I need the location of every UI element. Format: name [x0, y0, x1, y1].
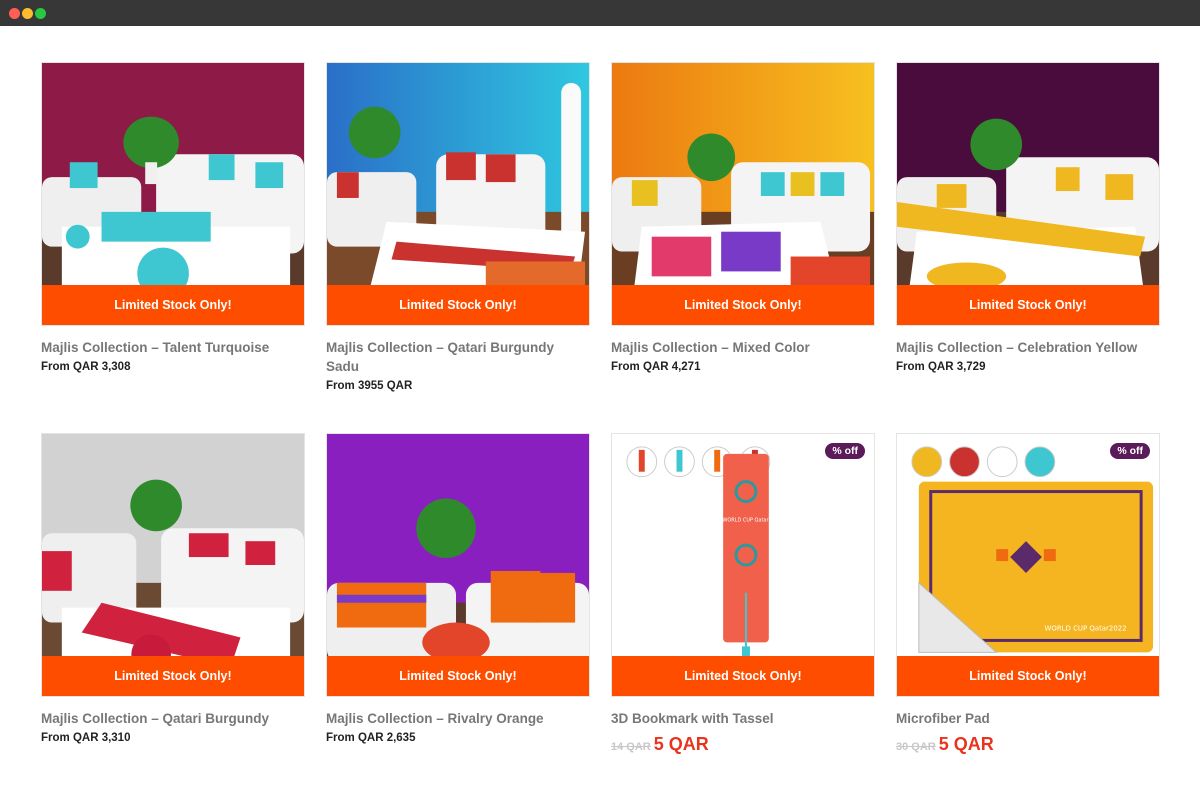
limited-stock-banner: Limited Stock Only! — [327, 656, 589, 696]
sale-price: 14 QAR 5 QAR — [611, 734, 875, 755]
product-price: From QAR 3,310 — [41, 732, 131, 744]
product-name[interactable]: Majlis Collection – Qatari Burgundy — [41, 709, 305, 728]
product-image[interactable]: Limited Stock Only! — [41, 62, 305, 326]
product-price: From QAR 3,308 — [41, 361, 131, 373]
product-name[interactable]: Majlis Collection – Celebration Yellow — [896, 338, 1160, 357]
limited-stock-banner: Limited Stock Only! — [42, 285, 304, 325]
product-card[interactable]: Limited Stock Only! Majlis Collection – … — [41, 433, 305, 744]
product-image[interactable]: Limited Stock Only! — [611, 62, 875, 326]
product-name[interactable]: 3D Bookmark with Tassel — [611, 709, 875, 728]
product-card[interactable]: Limited Stock Only! Majlis Collection – … — [41, 62, 305, 373]
original-price: 14 QAR — [611, 741, 651, 753]
product-name[interactable]: Majlis Collection – Mixed Color — [611, 338, 875, 357]
close-window-icon[interactable] — [9, 8, 20, 19]
limited-stock-banner: Limited Stock Only! — [897, 285, 1159, 325]
product-price: From QAR 2,635 — [326, 732, 416, 744]
product-image[interactable]: Limited Stock Only! — [326, 62, 590, 326]
product-price: From QAR 4,271 — [611, 361, 701, 373]
discount-badge: % off — [825, 443, 865, 459]
limited-stock-banner: Limited Stock Only! — [612, 285, 874, 325]
product-image[interactable]: WORLD CUP Qatar2022 % off Limited Stock … — [896, 433, 1160, 697]
product-card[interactable]: Limited Stock Only! Majlis Collection – … — [326, 62, 590, 392]
product-name[interactable]: Microfiber Pad — [896, 709, 1160, 728]
maximize-window-icon[interactable] — [35, 8, 46, 19]
product-card[interactable]: Limited Stock Only! Majlis Collection – … — [326, 433, 590, 744]
product-card[interactable]: FIFA WORLD CUP Qatar2022 % off Limited S… — [611, 433, 875, 755]
product-card[interactable]: Limited Stock Only! Majlis Collection – … — [611, 62, 875, 373]
discount-badge: % off — [1110, 443, 1150, 459]
product-image[interactable]: Limited Stock Only! — [326, 433, 590, 697]
product-image[interactable]: Limited Stock Only! — [896, 62, 1160, 326]
limited-stock-banner: Limited Stock Only! — [612, 656, 874, 696]
product-image[interactable]: FIFA WORLD CUP Qatar2022 % off Limited S… — [611, 433, 875, 697]
bookmark-print-text: FIFA WORLD CUP Qatar2022 — [711, 517, 781, 523]
sale-price: 30 QAR 5 QAR — [896, 734, 1160, 755]
product-name[interactable]: Majlis Collection – Qatari Burgundy Sadu — [326, 338, 590, 376]
product-name[interactable]: Majlis Collection – Rivalry Orange — [326, 709, 590, 728]
limited-stock-banner: Limited Stock Only! — [327, 285, 589, 325]
minimize-window-icon[interactable] — [22, 8, 33, 19]
limited-stock-banner: Limited Stock Only! — [42, 656, 304, 696]
product-price: From QAR 3,729 — [896, 361, 986, 373]
window-titlebar — [0, 0, 1200, 26]
limited-stock-banner: Limited Stock Only! — [897, 656, 1159, 696]
product-image[interactable]: Limited Stock Only! — [41, 433, 305, 697]
product-name[interactable]: Majlis Collection – Talent Turquoise — [41, 338, 305, 357]
original-price: 30 QAR — [896, 741, 936, 753]
product-card[interactable]: WORLD CUP Qatar2022 % off Limited Stock … — [896, 433, 1160, 755]
discounted-price: 5 QAR — [653, 734, 709, 754]
pad-print-text: WORLD CUP Qatar2022 — [1045, 625, 1127, 633]
discounted-price: 5 QAR — [938, 734, 994, 754]
product-card[interactable]: Limited Stock Only! Majlis Collection – … — [896, 62, 1160, 373]
product-price: From 3955 QAR — [326, 380, 413, 392]
